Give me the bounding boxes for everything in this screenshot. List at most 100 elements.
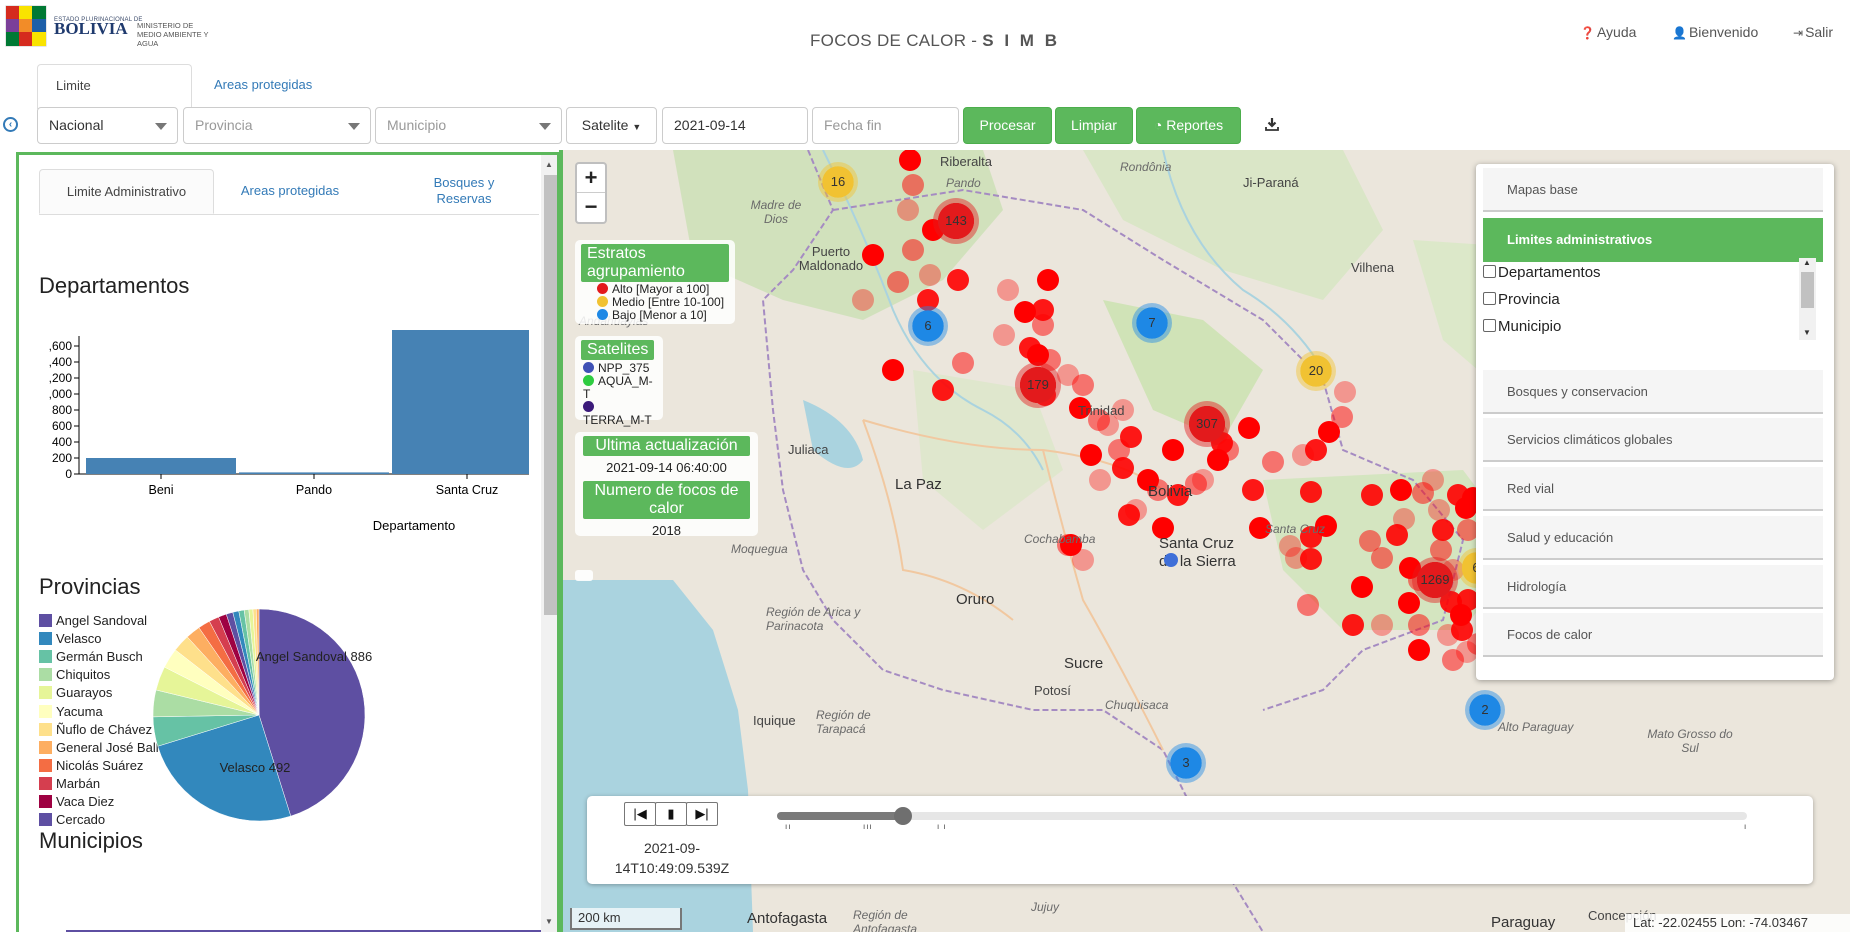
collapse-panel-icon[interactable]: ‹ [3,117,18,132]
heat-point[interactable] [1371,614,1393,636]
heat-point[interactable] [902,239,924,261]
heat-point[interactable] [1342,614,1364,636]
layer-group-red-vial[interactable]: Red vial [1483,467,1823,511]
procesar-button[interactable]: Procesar [963,107,1052,144]
heat-point[interactable] [1351,576,1373,598]
heat-point[interactable] [1331,406,1353,428]
time-slider[interactable]: ıı ııı ı ı ı [777,807,1747,831]
single-point[interactable] [1164,553,1178,567]
heat-point[interactable] [1408,639,1430,661]
exit-link[interactable]: ⇥ Salir [1793,24,1833,40]
heat-point[interactable] [1408,614,1430,636]
limpiar-button[interactable]: Limpiar [1055,107,1133,144]
welcome-link[interactable]: 👤 Bienvenido [1672,24,1758,40]
tab-limite-administrativo[interactable]: Limite Administrativo [37,64,192,135]
layer-group-servicios-climaticos[interactable]: Servicios climáticos globales [1483,418,1823,462]
heat-point[interactable] [1080,444,1102,466]
heat-point[interactable] [919,264,941,286]
step-forward-button[interactable]: ▶| [686,802,718,826]
heat-point[interactable] [1072,374,1094,396]
heat-point[interactable] [897,199,919,221]
heat-point[interactable] [1450,604,1472,626]
cluster-low[interactable]: 2 [1465,690,1505,730]
heat-point[interactable] [1297,594,1319,616]
stats-tab-bosques-reservas[interactable]: Bosques y Reservas [389,169,539,214]
cluster-high[interactable]: 179 [1015,362,1061,408]
layers-scrollbar-thumb[interactable] [1801,272,1814,308]
zoom-in-button[interactable]: + [577,164,605,193]
layer-check-municipio[interactable]: Municipio [1483,316,1561,338]
fecha-inicio-input[interactable]: 2021-09-14 [662,107,808,144]
layer-group-mapas-base[interactable]: Mapas base [1483,168,1823,212]
time-slider-handle[interactable] [894,807,913,825]
heat-point[interactable] [1371,547,1393,569]
heat-point[interactable] [1300,481,1322,503]
heat-point[interactable] [1162,439,1184,461]
layer-group-bosques[interactable]: Bosques y conservacion [1483,370,1823,414]
heat-point[interactable] [1428,499,1450,521]
layer-group-hidrologia[interactable]: Hidrología [1483,565,1823,609]
cluster-high[interactable]: 1269 [1412,557,1458,603]
heat-point[interactable] [887,271,909,293]
scroll-down-icon[interactable]: ▼ [545,917,553,926]
heat-point[interactable] [1238,417,1260,439]
heat-point[interactable] [1089,469,1111,491]
heat-point[interactable] [1305,439,1327,461]
heat-point[interactable] [1386,524,1408,546]
cluster-medium[interactable]: 16 [818,162,858,202]
layer-group-limites-administrativos[interactable]: Limites administrativos [1483,218,1823,262]
heat-point[interactable] [932,379,954,401]
stats-tab-limite-administrativo[interactable]: Limite Administrativo [39,169,214,214]
checkbox[interactable] [1483,265,1496,278]
heat-point[interactable] [1398,592,1420,614]
heat-point[interactable] [993,324,1015,346]
stats-scrollbar[interactable]: ▲ ▼ [541,155,557,932]
cluster-low[interactable]: 7 [1132,303,1172,343]
heat-point[interactable] [1192,469,1214,491]
heat-point[interactable] [1390,479,1412,501]
checkbox[interactable] [1483,292,1496,305]
cluster-low[interactable]: 3 [1166,743,1206,783]
bar[interactable] [86,458,236,474]
municipio-select[interactable]: Municipio [375,107,562,144]
heat-point[interactable] [902,174,924,196]
scrollbar-thumb[interactable] [544,175,557,615]
heat-point[interactable] [1361,484,1383,506]
cluster-medium[interactable]: 20 [1296,351,1336,391]
heat-point[interactable] [1422,469,1444,491]
reportes-button[interactable]: ◔ Reportes [1136,107,1241,144]
satelite-dropdown[interactable]: Satelite ▼ [566,107,657,144]
heat-point[interactable] [1242,479,1264,501]
zoom-out-button[interactable]: − [577,193,605,222]
tab-areas-protegidas[interactable]: Areas protegidas [196,64,346,109]
bar[interactable] [392,330,529,474]
scroll-down-icon[interactable]: ▼ [1803,328,1811,337]
heat-point[interactable] [1300,548,1322,570]
cluster-high[interactable]: 143 [933,198,979,244]
cluster-high[interactable]: 307 [1184,401,1230,447]
heat-point[interactable] [1112,457,1134,479]
layer-check-departamentos[interactable]: Departamentos [1483,262,1601,284]
logo[interactable]: ESTADO PLURINACIONAL DE BOLIVIA MINISTER… [0,0,230,58]
heat-point[interactable] [947,269,969,291]
layer-check-provincia[interactable]: Provincia [1483,289,1560,311]
fecha-fin-input[interactable]: Fecha fin [812,107,959,144]
heat-point[interactable] [952,352,974,374]
map[interactable]: Riberalta Rondônia Ji-Paraná Pando Madre… [563,150,1850,932]
heat-point[interactable] [1032,299,1054,321]
toggle-legend-button[interactable] [575,570,593,581]
cluster-low[interactable]: 6 [908,306,948,346]
help-link[interactable]: ❓ Ayuda [1580,24,1636,40]
heat-point[interactable] [852,289,874,311]
heat-point[interactable] [1262,451,1284,473]
step-back-button[interactable]: |◀ [624,802,656,826]
layer-group-salud-educacion[interactable]: Salud y educación [1483,516,1823,560]
heat-point[interactable] [1334,381,1356,403]
layer-group-focos-de-calor[interactable]: Focos de calor [1483,613,1823,657]
heat-point[interactable] [1432,519,1454,541]
heat-point[interactable] [1037,269,1059,291]
checkbox[interactable] [1483,319,1496,332]
heat-point[interactable] [899,150,921,171]
heat-point[interactable] [882,359,904,381]
stop-button[interactable]: ▮ [655,802,687,826]
